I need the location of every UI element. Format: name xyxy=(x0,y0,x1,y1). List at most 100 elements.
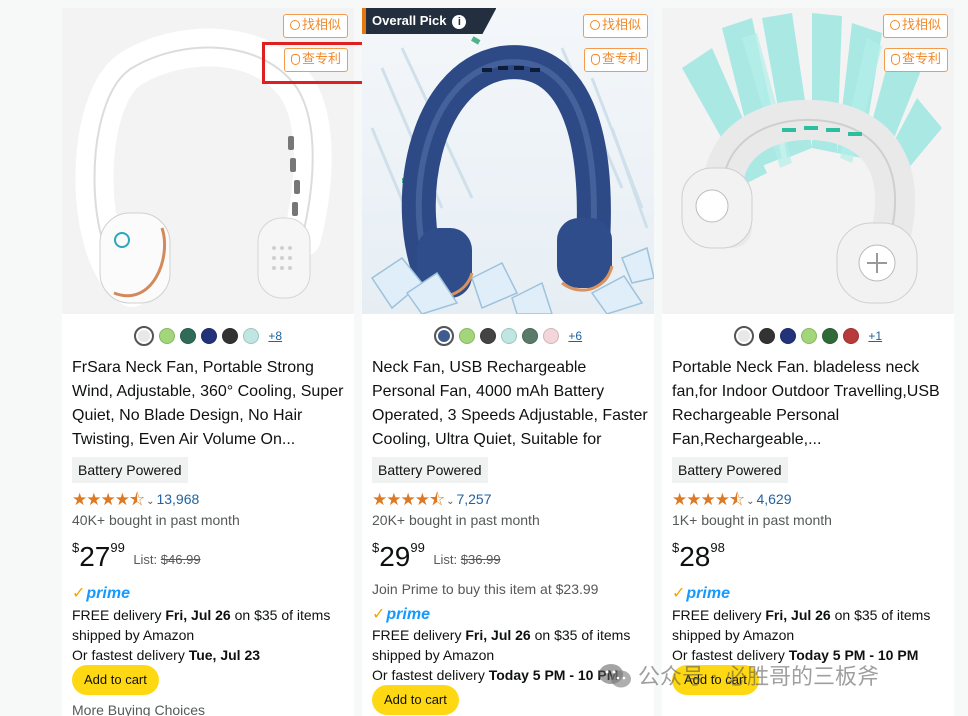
color-swatch[interactable] xyxy=(779,328,796,344)
product-title[interactable]: FrSara Neck Fan, Portable Strong Wind, A… xyxy=(72,356,348,452)
find-similar-button[interactable]: 找相似 xyxy=(582,14,648,38)
list-value: $46.99 xyxy=(160,552,201,567)
chevron-down-icon[interactable]: ⌄ xyxy=(446,496,454,507)
product-card[interactable]: 找相似 查专利 +1 Portable Neck Fan. bladeless … xyxy=(662,8,954,716)
patent-icon xyxy=(890,54,900,65)
overall-pick-badge[interactable]: Overall Pick i xyxy=(362,8,496,34)
color-swatch[interactable] xyxy=(221,328,238,344)
color-swatches: +6 xyxy=(362,326,654,350)
prime-badge: ✓prime xyxy=(72,584,130,604)
more-buying-choices[interactable]: More Buying Choices xyxy=(72,702,205,716)
color-swatch[interactable] xyxy=(458,328,475,344)
list-price: List: $36.99 xyxy=(433,552,500,567)
color-swatch[interactable] xyxy=(758,328,775,344)
bought-count: 1K+ bought in past month xyxy=(672,512,832,528)
color-swatches: +8 xyxy=(62,326,354,350)
find-similar-label: 找相似 xyxy=(601,18,641,33)
delivery-suffix: on $35 of items xyxy=(230,607,331,623)
add-to-cart-button[interactable]: Add to cart xyxy=(372,685,459,715)
price-whole: 29 xyxy=(379,541,411,572)
color-swatch[interactable] xyxy=(733,326,754,346)
product-title[interactable]: Portable Neck Fan. bladeless neck fan,fo… xyxy=(672,356,948,452)
battery-tag: Battery Powered xyxy=(72,457,188,483)
prime-check-icon: ✓ xyxy=(72,585,86,602)
chevron-down-icon[interactable]: ⌄ xyxy=(146,496,154,507)
prime-badge: ✓prime xyxy=(672,584,730,604)
page-edge xyxy=(960,0,968,716)
highlight-annotation xyxy=(262,42,368,84)
check-patent-label: 查专利 xyxy=(901,52,941,67)
product-title[interactable]: Neck Fan, USB Rechargeable Personal Fan,… xyxy=(372,356,648,452)
color-swatch[interactable] xyxy=(200,328,217,344)
price-fraction: 98 xyxy=(710,540,725,555)
delivery-info: FREE delivery Fri, Jul 26 on $35 of item… xyxy=(672,605,952,625)
review-count[interactable]: 7,257 xyxy=(456,491,491,507)
find-similar-button[interactable]: 找相似 xyxy=(882,14,948,38)
price[interactable]: $2898 xyxy=(672,540,725,574)
find-similar-label: 找相似 xyxy=(901,18,941,33)
price-whole: 28 xyxy=(679,541,711,572)
product-card[interactable]: 找相似 查专利 +8 FrSara Neck Fan, Portable Str… xyxy=(62,8,354,716)
rating[interactable]: ★★★★⯪ ⌄ 7,257 xyxy=(372,489,492,509)
prime-label: prime xyxy=(386,606,430,623)
color-swatch[interactable] xyxy=(158,328,175,344)
rating-stars[interactable]: ★★★★⯪ xyxy=(372,490,445,510)
price-fraction: 99 xyxy=(110,540,125,555)
price[interactable]: $2799 List: $46.99 xyxy=(72,540,201,574)
delivery-suffix: on $35 of items xyxy=(830,607,931,623)
color-swatch[interactable] xyxy=(842,328,859,344)
delivery-date: Fri, Jul 26 xyxy=(765,607,831,623)
join-prime-offer[interactable]: Join Prime to buy this item at $23.99 xyxy=(372,579,598,599)
color-swatch[interactable] xyxy=(242,328,259,344)
color-swatch[interactable] xyxy=(433,326,454,346)
patent-icon xyxy=(590,54,600,65)
badge-label: Overall Pick xyxy=(372,13,447,28)
color-swatch[interactable] xyxy=(179,328,196,344)
color-swatch[interactable] xyxy=(800,328,817,344)
shipped-by: shipped by Amazon xyxy=(72,627,195,643)
prime-label: prime xyxy=(86,585,130,602)
watermark: 公众号 · 必胜哥的三板斧 xyxy=(598,658,879,698)
prime-label: prime xyxy=(686,585,730,602)
delivery-date: Fri, Jul 26 xyxy=(165,607,231,623)
more-colors-link[interactable]: +8 xyxy=(268,329,282,343)
check-patent-button[interactable]: 查专利 xyxy=(583,48,648,72)
wechat-icon xyxy=(599,664,631,688)
review-count[interactable]: 13,968 xyxy=(156,491,199,507)
rating[interactable]: ★★★★⯪ ⌄ 13,968 xyxy=(72,489,199,509)
rating[interactable]: ★★★★⯪ ⌄ 4,629 xyxy=(672,489,792,509)
watermark-text: 公众号 · 必胜哥的三板斧 xyxy=(638,665,879,690)
more-colors-link[interactable]: +1 xyxy=(868,329,882,343)
more-colors-link[interactable]: +6 xyxy=(568,329,582,343)
color-swatches: +1 xyxy=(662,326,954,350)
price[interactable]: $2999 List: $36.99 xyxy=(372,540,501,574)
find-similar-button[interactable]: 找相似 xyxy=(282,14,348,38)
delivery-info: FREE delivery Fri, Jul 26 on $35 of item… xyxy=(72,605,352,625)
price-whole: 27 xyxy=(79,541,111,572)
rating-stars[interactable]: ★★★★⯪ xyxy=(72,490,145,510)
chevron-down-icon[interactable]: ⌄ xyxy=(746,496,754,507)
delivery-suffix: on $35 of items xyxy=(530,627,631,643)
find-similar-label: 找相似 xyxy=(301,18,341,33)
color-swatch[interactable] xyxy=(542,328,559,344)
color-swatch[interactable] xyxy=(500,328,517,344)
color-swatch[interactable] xyxy=(133,326,154,346)
delivery-prefix: FREE delivery xyxy=(72,607,166,623)
color-swatch[interactable] xyxy=(521,328,538,344)
fastest-date: Tue, Jul 23 xyxy=(188,647,261,663)
bought-count: 40K+ bought in past month xyxy=(72,512,240,528)
delivery-prefix: FREE delivery xyxy=(372,627,466,643)
review-count[interactable]: 4,629 xyxy=(756,491,791,507)
search-icon xyxy=(889,20,900,30)
info-icon[interactable]: i xyxy=(452,15,466,29)
fastest-prefix: Or fastest delivery xyxy=(372,667,489,683)
color-swatch[interactable] xyxy=(479,328,496,344)
check-patent-button[interactable]: 查专利 xyxy=(883,48,948,72)
fastest-delivery: Or fastest delivery Tue, Jul 23 xyxy=(72,645,352,665)
rating-stars[interactable]: ★★★★⯪ xyxy=(672,490,745,510)
list-label: List: xyxy=(133,552,158,567)
color-swatch[interactable] xyxy=(821,328,838,344)
add-to-cart-button[interactable]: Add to cart xyxy=(72,665,159,695)
search-icon xyxy=(589,20,600,30)
product-card[interactable]: Overall Pick i 找相似 查专利 +6 Neck Fan, USB R… xyxy=(362,8,654,716)
